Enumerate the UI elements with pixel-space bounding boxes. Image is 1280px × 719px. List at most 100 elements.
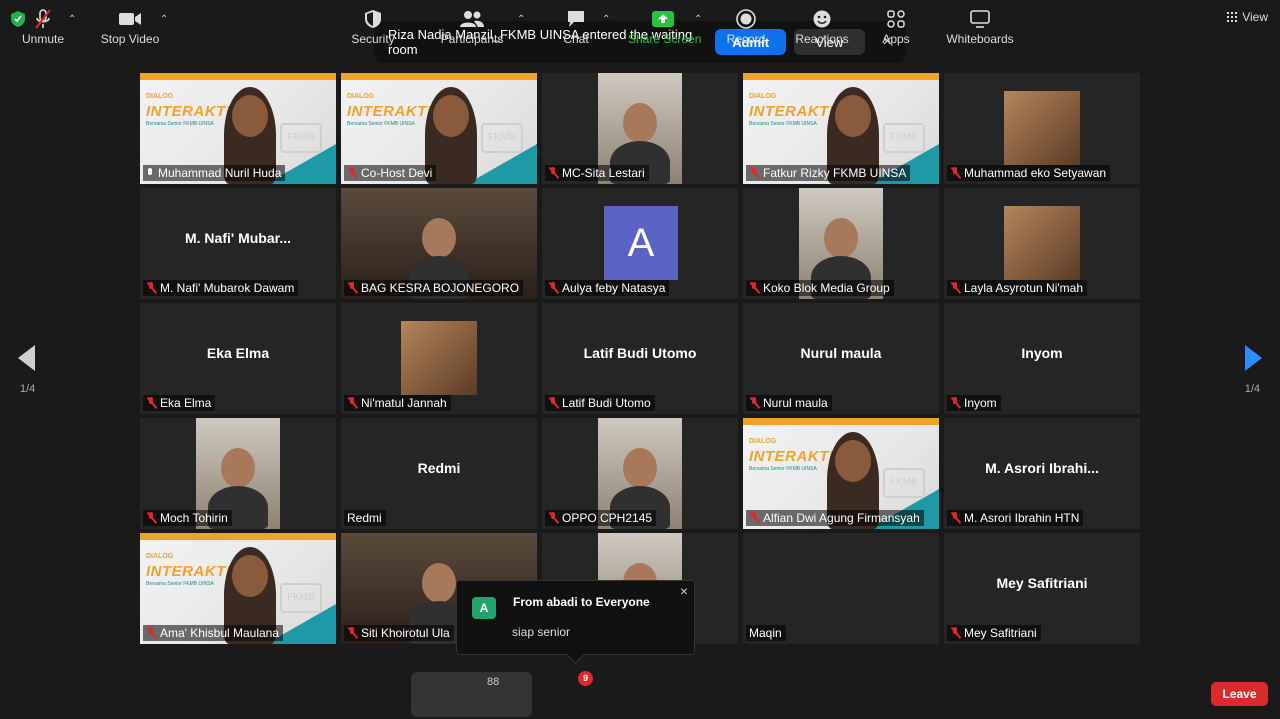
participant-name: M. Asrori Ibrahin HTN bbox=[964, 511, 1080, 525]
reactions-button[interactable]: Reactions bbox=[795, 8, 849, 46]
mic-muted-icon bbox=[950, 282, 960, 294]
share-options-caret-icon[interactable]: ⌃ bbox=[694, 14, 702, 25]
sender-avatar: A bbox=[472, 597, 496, 619]
participant-tile[interactable]: DIALOG INTERAKTIF Bersama Senior FKMB UINS… bbox=[743, 418, 939, 529]
participant-display-name: M. Asrori Ibrahi... bbox=[985, 460, 1099, 476]
unmute-button[interactable]: Unmute bbox=[18, 8, 68, 46]
participant-tile[interactable]: Redmi Redmi bbox=[341, 418, 537, 529]
reactions-label: Reactions bbox=[795, 32, 849, 46]
whiteboards-button[interactable]: Whiteboards bbox=[946, 8, 1014, 46]
participant-profile-photo bbox=[1004, 206, 1080, 280]
participant-name: Maqin bbox=[749, 626, 782, 640]
participant-tile[interactable]: Mey Safitriani Mey Safitriani bbox=[944, 533, 1140, 644]
participant-tile[interactable]: DIALOG INTERAKTIF Bersama Senior FKMB UINS… bbox=[743, 73, 939, 184]
security-label: Security bbox=[351, 32, 395, 46]
participant-tile[interactable]: M. Asrori Ibrahi... M. Asrori Ibrahin HTN bbox=[944, 418, 1140, 529]
mic-muted-icon bbox=[749, 282, 759, 294]
apps-button[interactable]: Apps bbox=[876, 8, 916, 46]
participants-label: Participants bbox=[440, 32, 504, 46]
shield-icon bbox=[365, 10, 381, 28]
share-screen-icon bbox=[652, 11, 674, 27]
participants-button[interactable]: Participants bbox=[440, 8, 504, 46]
mic-muted-icon bbox=[749, 397, 759, 409]
participant-tile[interactable]: BAG KESRA BOJONEGORO bbox=[341, 188, 537, 299]
view-menu-button[interactable]: View bbox=[1227, 10, 1268, 24]
apps-icon bbox=[887, 10, 905, 28]
mic-muted-icon bbox=[347, 397, 357, 409]
participant-tile[interactable]: Nurul maula Nurul maula bbox=[743, 303, 939, 414]
participant-name: Layla Asyrotun Ni'mah bbox=[964, 281, 1084, 295]
mic-muted-icon bbox=[347, 627, 357, 639]
participant-nameplate: Inyom bbox=[947, 395, 1001, 411]
chat-options-caret-icon[interactable]: ⌃ bbox=[602, 14, 610, 25]
chat-label: Chat bbox=[563, 32, 589, 46]
participant-tile[interactable]: DIALOG INTERAKTIF Bersama Senior FKMB UINS… bbox=[140, 533, 336, 644]
video-camera-icon bbox=[119, 13, 141, 25]
participant-tile[interactable]: Moch Tohirin bbox=[140, 418, 336, 529]
participant-tile[interactable]: Muhammad eko Setyawan bbox=[944, 73, 1140, 184]
mic-muted-icon bbox=[146, 627, 156, 639]
audio-options-caret-icon[interactable]: ⌃ bbox=[68, 14, 76, 25]
chat-sender: From abadi to Everyone bbox=[513, 595, 650, 609]
mic-muted-icon bbox=[950, 512, 960, 524]
participant-name: Eka Elma bbox=[160, 396, 212, 410]
stop-video-label: Stop Video bbox=[100, 32, 160, 46]
next-page-arrow-icon[interactable] bbox=[1245, 345, 1262, 371]
popup-tail bbox=[566, 645, 585, 664]
participant-tile[interactable]: M. Nafi' Mubar... M. Nafi' Mubarok Dawam bbox=[140, 188, 336, 299]
apps-label: Apps bbox=[882, 32, 910, 46]
participant-nameplate: M. Nafi' Mubarok Dawam bbox=[143, 280, 299, 296]
participant-display-name: Nurul maula bbox=[800, 345, 882, 361]
chat-message-popup[interactable]: A From abadi to Everyone siap senior × bbox=[456, 580, 695, 664]
participant-display-name: Mey Safitriani bbox=[996, 575, 1088, 591]
participant-tile[interactable]: Eka Elma Eka Elma bbox=[140, 303, 336, 414]
security-button[interactable]: Security bbox=[350, 8, 396, 46]
participant-name: Siti Khoirotul Ula bbox=[361, 626, 450, 640]
mic-muted-icon bbox=[146, 512, 156, 524]
record-label: Record bbox=[726, 32, 766, 46]
previous-page-arrow-icon[interactable] bbox=[18, 345, 35, 371]
participant-tile[interactable]: Inyom Inyom bbox=[944, 303, 1140, 414]
chat-button[interactable]: Chat bbox=[556, 8, 596, 46]
participant-tile[interactable]: OPPO CPH2145 bbox=[542, 418, 738, 529]
participant-tile[interactable]: Ni'matul Jannah bbox=[341, 303, 537, 414]
close-icon[interactable]: × bbox=[680, 583, 688, 599]
grid-view-icon bbox=[1227, 12, 1238, 22]
participant-nameplate: Koko Blok Media Group bbox=[746, 280, 894, 296]
participant-nameplate: OPPO CPH2145 bbox=[545, 510, 657, 526]
participant-initial-avatar: A bbox=[604, 206, 678, 280]
participant-display-name: Eka Elma bbox=[206, 345, 270, 361]
participant-tile[interactable]: Latif Budi Utomo Latif Budi Utomo bbox=[542, 303, 738, 414]
participant-tile[interactable]: DIALOG INTERAKTIF Bersama Senior FKMB UINS… bbox=[341, 73, 537, 184]
page-indicator-right: 1/4 bbox=[1244, 383, 1260, 395]
stop-video-button[interactable]: Stop Video bbox=[100, 8, 160, 46]
share-screen-button[interactable]: Share Screen bbox=[628, 8, 701, 46]
participant-tile[interactable]: Layla Asyrotun Ni'mah bbox=[944, 188, 1140, 299]
participant-nameplate: Fatkur Rizky FKMB UINSA bbox=[746, 165, 911, 181]
record-button[interactable]: Record bbox=[726, 8, 766, 46]
page-indicator-left: 1/4 bbox=[20, 383, 36, 395]
participant-nameplate: MC-Sita Lestari bbox=[545, 165, 649, 181]
participant-name: Nurul maula bbox=[763, 396, 828, 410]
participant-tile[interactable]: Maqin bbox=[743, 533, 939, 644]
chat-unread-badge: 9 bbox=[578, 671, 593, 686]
leave-button[interactable]: Leave bbox=[1211, 682, 1268, 706]
mic-muted-icon bbox=[146, 282, 156, 294]
participant-tile[interactable]: A Aulya feby Natasya bbox=[542, 188, 738, 299]
participant-name: Latif Budi Utomo bbox=[562, 396, 651, 410]
video-options-caret-icon[interactable]: ⌃ bbox=[160, 14, 168, 25]
participant-nameplate: Redmi bbox=[344, 510, 386, 526]
participant-nameplate: Mey Safitriani bbox=[947, 625, 1041, 641]
participant-profile-photo bbox=[401, 321, 477, 395]
participant-display-name: Inyom bbox=[1021, 345, 1063, 361]
mic-muted-icon bbox=[347, 282, 357, 294]
chat-message-text: siap senior bbox=[512, 625, 571, 639]
smiley-icon bbox=[813, 10, 831, 28]
participants-button-bg[interactable] bbox=[411, 672, 532, 717]
mic-muted-icon bbox=[548, 397, 558, 409]
participant-tile[interactable]: DIALOG INTERAKTIF Bersama Senior FKMB UINS… bbox=[140, 73, 336, 184]
participants-options-caret-icon[interactable]: ⌃ bbox=[517, 14, 525, 25]
mic-muted-icon bbox=[950, 397, 960, 409]
participant-tile[interactable]: MC-Sita Lestari bbox=[542, 73, 738, 184]
participant-tile[interactable]: Koko Blok Media Group bbox=[743, 188, 939, 299]
